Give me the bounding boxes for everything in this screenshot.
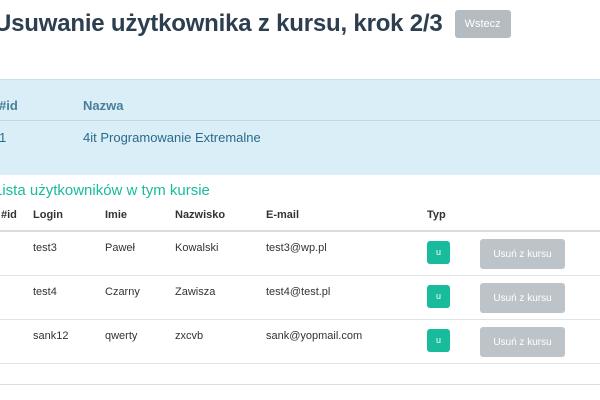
user-login: sank12 xyxy=(33,330,69,342)
bottom-divider xyxy=(0,384,600,385)
table-row: test3 Paweł Kowalski test3@wp.pl u Usuń … xyxy=(0,232,600,276)
table-row: sank12 qwerty zxcvb sank@yopmail.com u U… xyxy=(0,320,600,364)
column-header-id: #id xyxy=(0,98,18,113)
remove-from-course-button[interactable]: Usuń z kursu xyxy=(480,239,565,269)
column-header-email: E-mail xyxy=(266,209,300,221)
user-last-name: Zawisza xyxy=(175,286,216,298)
course-row: 1 4it Programowanie Extremalne xyxy=(0,120,600,155)
user-login: test4 xyxy=(33,286,57,298)
page-header: Usuwanie użytkownika z kursu, krok 2/3 W… xyxy=(0,10,511,38)
user-first-name: Czarny xyxy=(105,286,140,298)
column-header-imie: Imie xyxy=(105,209,128,221)
column-header-name: Nazwa xyxy=(83,98,124,113)
user-email: test4@test.pl xyxy=(266,286,331,298)
remove-from-course-button[interactable]: Usuń z kursu xyxy=(480,327,565,357)
course-table-header: #id Nazwa xyxy=(0,98,600,120)
column-header-id: #id xyxy=(1,209,17,221)
user-email: test3@wp.pl xyxy=(266,242,327,254)
remove-from-course-button[interactable]: Usuń z kursu xyxy=(480,283,565,313)
user-type-badge: u xyxy=(427,241,450,264)
user-email: sank@yopmail.com xyxy=(266,330,363,342)
user-type-cell: u xyxy=(427,241,450,264)
user-last-name: zxcvb xyxy=(175,330,204,342)
action-cell: Usuń z kursu xyxy=(480,283,565,313)
back-button[interactable]: Wstecz xyxy=(454,10,511,38)
action-cell: Usuń z kursu xyxy=(480,239,565,269)
column-header-login: Login xyxy=(33,209,63,221)
user-first-name: Paweł xyxy=(105,242,135,254)
action-cell: Usuń z kursu xyxy=(480,327,565,357)
page-title: Usuwanie użytkownika z kursu, krok 2/3 xyxy=(0,10,443,37)
users-table: #id Login Imie Nazwisko E-mail Typ test3… xyxy=(0,201,600,364)
user-first-name: qwerty xyxy=(105,330,138,342)
user-type-cell: u xyxy=(427,329,450,352)
user-type-badge: u xyxy=(427,285,450,308)
course-name: 4it Programowanie Extremalne xyxy=(83,130,261,145)
course-table: #id Nazwa 1 4it Programowanie Extremalne xyxy=(0,79,600,175)
table-row: test4 Czarny Zawisza test4@test.pl u Usu… xyxy=(0,276,600,320)
user-login: test3 xyxy=(33,242,57,254)
user-last-name: Kowalski xyxy=(175,242,219,254)
users-list-title: Lista użytkowników w tym kursie xyxy=(0,182,210,199)
user-type-badge: u xyxy=(427,329,450,352)
column-header-nazwisko: Nazwisko xyxy=(175,209,226,221)
user-type-cell: u xyxy=(427,285,450,308)
users-table-header: #id Login Imie Nazwisko E-mail Typ xyxy=(0,201,600,232)
column-header-typ: Typ xyxy=(427,209,446,221)
course-id: 1 xyxy=(0,130,7,145)
